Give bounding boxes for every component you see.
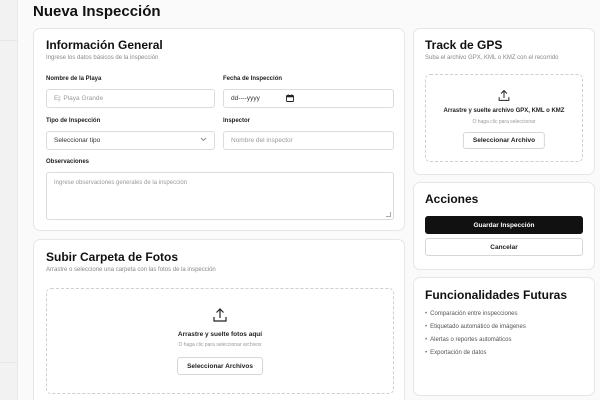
main-content: Nueva Inspección Información General Ing… <box>18 0 600 400</box>
beach-name-label: Nombre de la Playa <box>46 76 102 82</box>
photos-upload-card: Subir Carpeta de Fotos Arrastre o selecc… <box>33 239 405 400</box>
cancel-button[interactable]: Cancelar <box>425 238 583 256</box>
resize-handle[interactable] <box>386 212 391 217</box>
select-files-button[interactable]: Seleccionar Archivos <box>177 357 263 375</box>
notes-textarea[interactable]: Ingrese observaciones generales de la in… <box>46 172 394 220</box>
list-item: Etiquetado automático de imágenes <box>425 321 526 334</box>
notes-label: Observaciones <box>46 159 90 165</box>
general-info-title: Información General <box>46 38 163 52</box>
page-title: Nueva Inspección <box>33 3 161 20</box>
upload-icon <box>212 307 228 328</box>
photos-dropzone-title: Arrastre y suelte fotos aquí <box>177 331 263 338</box>
inspector-input[interactable]: Nombre del inspector <box>223 131 394 150</box>
actions-title: Acciones <box>425 192 479 206</box>
inspection-type-value: Seleccionar tipo <box>54 137 101 144</box>
select-file-button[interactable]: Seleccionar Archivo <box>462 132 546 149</box>
chevron-down-icon <box>200 137 207 144</box>
calendar-icon[interactable] <box>285 93 294 104</box>
inspector-placeholder: Nombre del inspector <box>231 137 293 144</box>
future-features-list: Comparación entre inspecciones Etiquetad… <box>425 308 526 360</box>
sidebar-divider <box>0 40 18 41</box>
sidebar-divider <box>0 362 18 363</box>
list-item: Exportación de datos <box>425 347 526 360</box>
gps-track-subtitle: Suba el archivo GPX, KML o KMZ con el re… <box>425 55 559 61</box>
save-inspection-button[interactable]: Guardar Inspección <box>425 216 583 234</box>
beach-name-placeholder: Ej: Playa Grande <box>54 95 104 102</box>
photos-dropzone-subtitle: O haga clic para seleccionar archivos <box>178 342 262 348</box>
photos-dropzone[interactable]: Arrastre y suelte fotos aquí O haga clic… <box>46 288 394 394</box>
future-features-card: Funcionalidades Futuras Comparación entr… <box>413 277 595 396</box>
inspection-date-value: dd----yyyy <box>231 95 260 102</box>
photos-upload-subtitle: Arrastre o seleccione una carpeta con la… <box>46 267 216 273</box>
upload-icon <box>498 89 511 107</box>
gps-track-title: Track de GPS <box>425 38 503 52</box>
list-item: Comparación entre inspecciones <box>425 308 526 321</box>
notes-placeholder: Ingrese observaciones generales de la in… <box>54 180 188 186</box>
list-item: Alertas o reportes automáticos <box>425 334 526 347</box>
inspection-date-label: Fecha de Inspección <box>223 76 283 82</box>
sidebar <box>0 0 18 400</box>
future-features-title: Funcionalidades Futuras <box>425 288 568 302</box>
inspection-date-input[interactable]: dd----yyyy <box>223 89 394 108</box>
gps-dropzone-title: Arrastre y suelte archivo GPX, KML o KMZ <box>443 108 565 114</box>
inspection-type-select[interactable]: Seleccionar tipo <box>46 131 215 150</box>
gps-dropzone-subtitle: O haga clic para seleccionar <box>472 119 536 125</box>
gps-dropzone[interactable]: Arrastre y suelte archivo GPX, KML o KMZ… <box>425 74 583 162</box>
general-info-subtitle: Ingrese los datos básicos de la inspecci… <box>46 55 159 61</box>
gps-track-card: Track de GPS Suba el archivo GPX, KML o … <box>413 28 595 175</box>
actions-card: Acciones Guardar Inspección Cancelar <box>413 182 595 270</box>
photos-upload-title: Subir Carpeta de Fotos <box>46 250 179 264</box>
inspection-type-label: Tipo de Inspección <box>46 118 101 124</box>
general-info-card: Información General Ingrese los datos bá… <box>33 28 405 231</box>
inspector-label: Inspector <box>223 118 251 124</box>
beach-name-input[interactable]: Ej: Playa Grande <box>46 89 215 108</box>
